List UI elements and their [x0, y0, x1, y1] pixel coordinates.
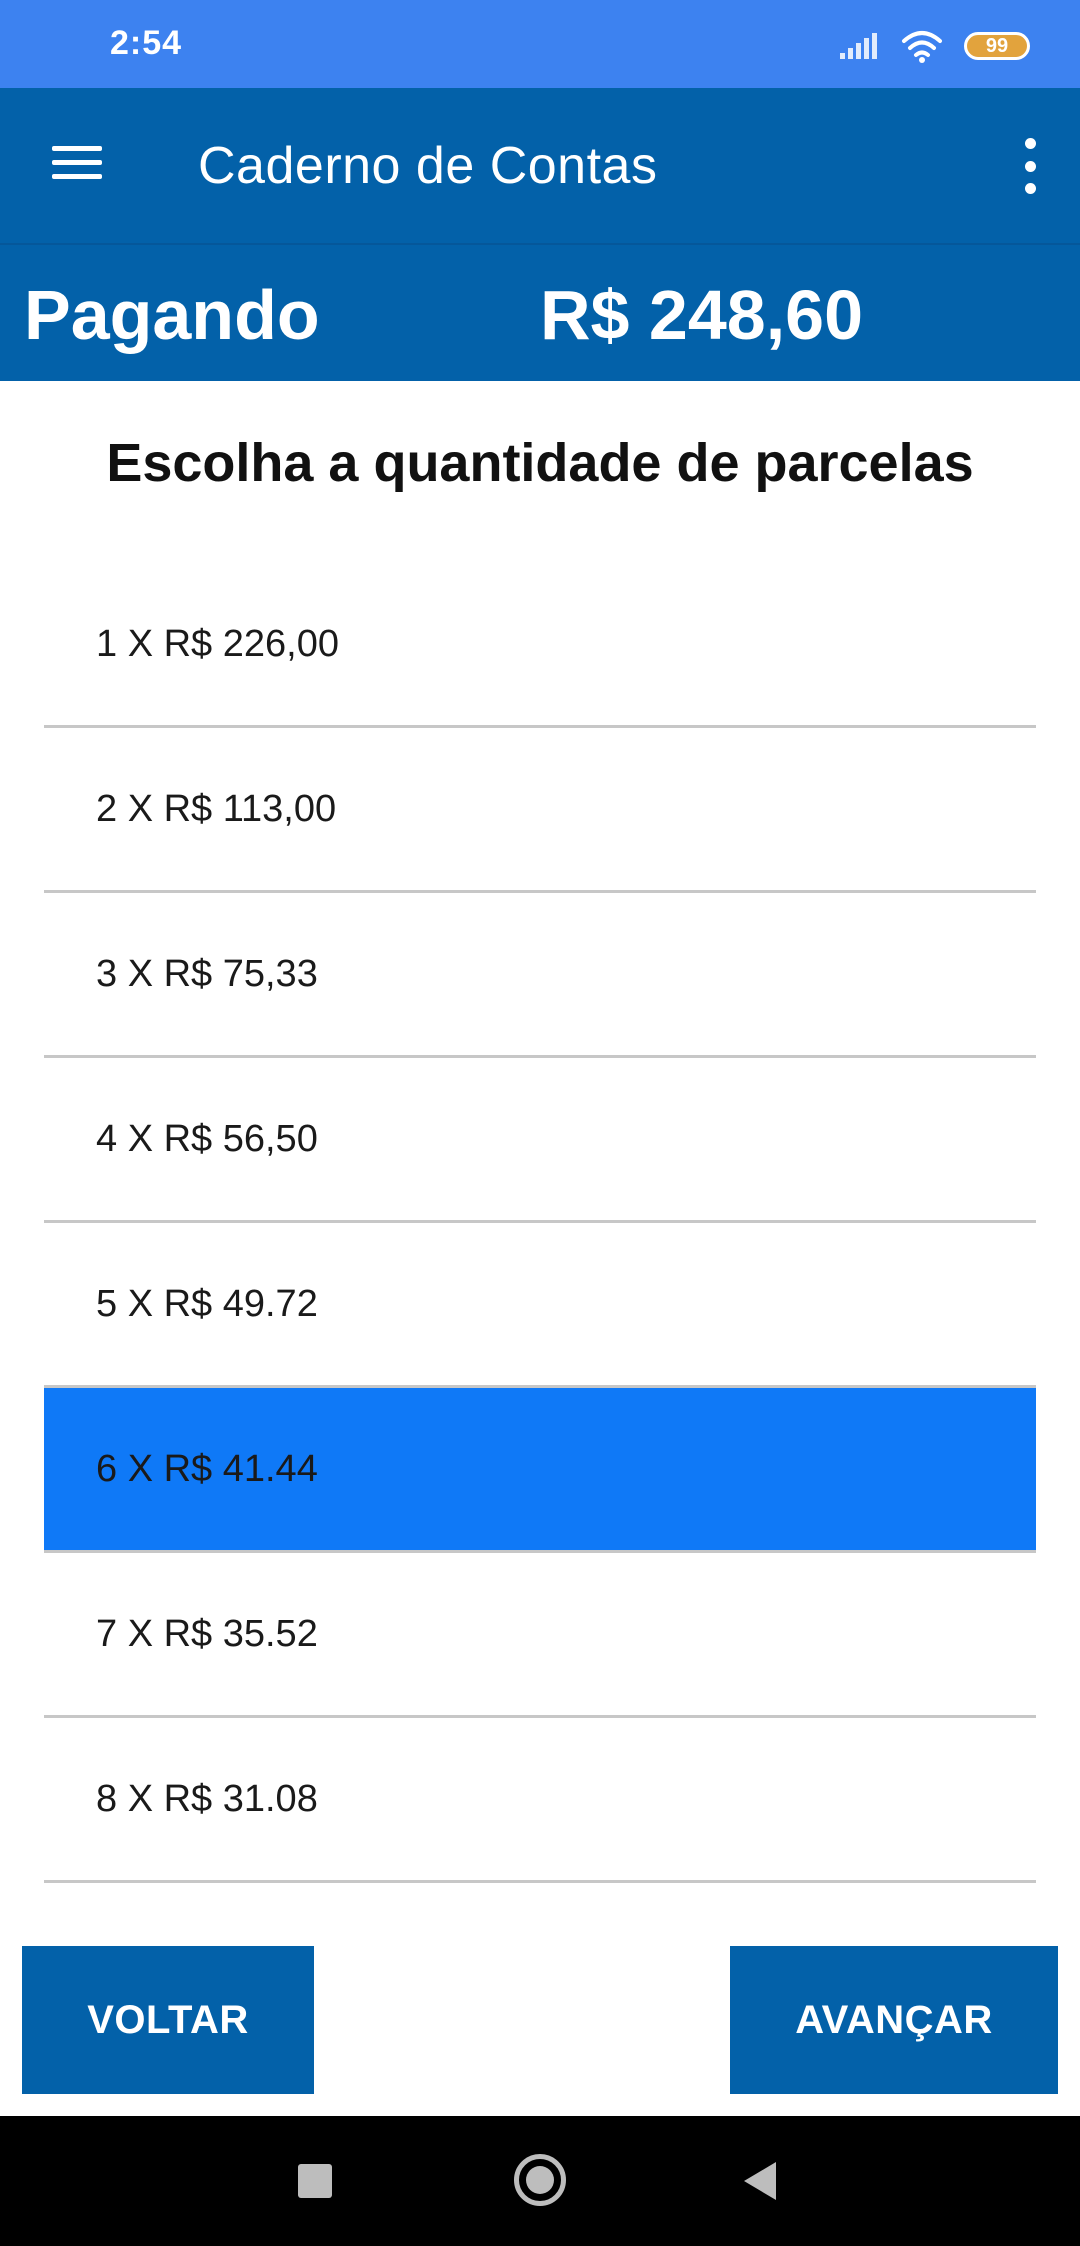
back-button[interactable]: VOLTAR	[22, 1946, 314, 2094]
installment-option[interactable]: 1 X R$ 226,00	[44, 563, 1036, 728]
battery-icon: 99	[964, 32, 1030, 60]
status-time: 2:54	[110, 24, 183, 62]
battery-level: 99	[985, 34, 1009, 57]
home-icon[interactable]	[514, 2154, 566, 2206]
payment-summary: Pagando R$ 248,60	[0, 243, 1080, 381]
app-title: Caderno de Contas	[198, 137, 658, 195]
installment-option[interactable]: 5 X R$ 49.72	[44, 1223, 1036, 1388]
app-bar: Caderno de Contas	[0, 88, 1080, 243]
summary-amount: R$ 248,60	[540, 276, 864, 354]
hamburger-menu-icon[interactable]	[48, 138, 106, 188]
wifi-icon	[902, 31, 942, 63]
status-icons: 99	[838, 26, 1030, 66]
recents-icon[interactable]	[298, 2164, 332, 2198]
installment-option[interactable]: 2 X R$ 113,00	[44, 728, 1036, 893]
installment-option[interactable]: 6 X R$ 41.44	[44, 1385, 1036, 1553]
signal-icon	[840, 33, 877, 59]
next-button[interactable]: AVANÇAR	[730, 1946, 1058, 2094]
installment-list: 1 X R$ 226,00 2 X R$ 113,00 3 X R$ 75,33…	[44, 563, 1036, 1883]
installment-option[interactable]: 4 X R$ 56,50	[44, 1058, 1036, 1223]
section-title: Escolha a quantidade de parcelas	[106, 433, 974, 493]
installment-option[interactable]: 3 X R$ 75,33	[44, 893, 1036, 1058]
status-bar: 2:54 99	[0, 0, 1080, 88]
system-nav-bar	[0, 2116, 1080, 2246]
more-vertical-icon[interactable]	[1010, 138, 1050, 194]
back-icon[interactable]	[744, 2162, 776, 2200]
installment-option[interactable]: 7 X R$ 35.52	[44, 1553, 1036, 1718]
installment-option[interactable]: 8 X R$ 31.08	[44, 1718, 1036, 1883]
summary-label: Pagando	[24, 276, 320, 354]
